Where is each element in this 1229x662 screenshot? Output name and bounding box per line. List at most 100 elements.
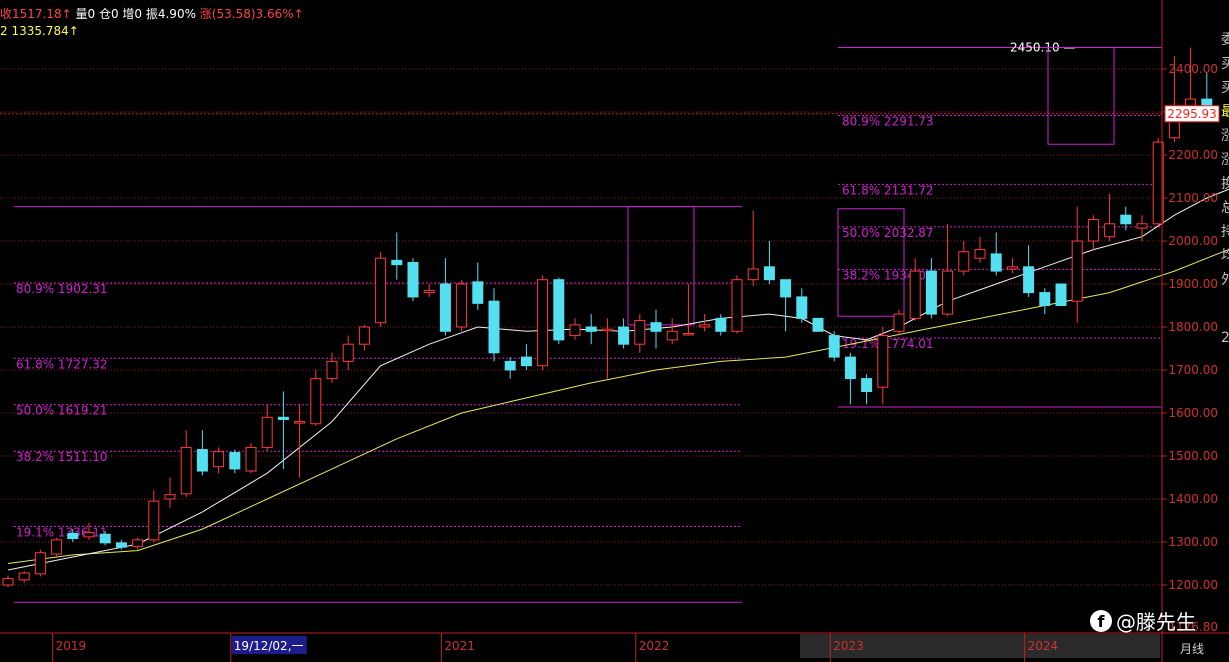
candle-body [877,335,889,388]
side-panel-glyph: 换 [1221,175,1229,192]
fib-range-box [627,206,695,326]
y-tick-label: 1500.00 [1168,449,1218,463]
candle-body [1055,283,1067,306]
y-tick-label: 1300.00 [1168,535,1218,549]
fib-range-box [1047,47,1115,145]
side-panel-glyph: 买 [1221,80,1229,96]
fib-level-label: 80.9% 1902.31 [16,282,108,296]
fib-level-label: 80.9% 2291.73 [842,115,934,129]
x-tick-label: 2022 [639,639,670,653]
candle-body [650,322,662,332]
facebook-icon: f [1090,609,1112,632]
candle-body [780,279,792,298]
header-field: 收1517.18↑ [0,7,72,21]
candle-body [1136,223,1148,229]
candle-body [407,262,419,298]
x-tick-label: 2019 [56,639,87,653]
moving-averages [7,188,1229,571]
candle-body [2,578,14,586]
fib-level-label: 50.0% 2032.87 [842,226,934,240]
candle-body [812,317,824,332]
candlestick-chart[interactable]: 80.9% 1902.31 61.8% 1727.32 50.0% 1619.21 3… [0,0,1229,662]
watermark: f @滕先生 [1090,606,1196,635]
candle-body [585,326,597,332]
side-panel-glyph: 涨 [1221,152,1229,168]
candle-body [294,421,306,424]
candle-body [763,266,775,281]
candle-body [132,539,144,547]
x-tick-label: 2023 [833,639,864,653]
candle-body [974,249,986,259]
fib-level-label: 38.2% 1511.10 [16,450,108,464]
last-price-label: 2295.93 [1167,107,1217,121]
candle-body [699,324,711,328]
candle-body [796,296,808,319]
candle-body [245,446,257,472]
candle-body [569,324,581,337]
candle-body [861,378,873,393]
header-field: 增0 [122,7,146,21]
candle-body [1104,223,1116,238]
candle-body [1071,240,1083,302]
candle-body [423,289,435,294]
y-tick-label: 2200.00 [1168,148,1218,162]
candle-body [83,532,95,538]
candle-body [909,270,921,319]
y-tick-label: 1400.00 [1168,492,1218,506]
header-field: 量0 [71,7,99,21]
side-panel-glyph: 委 [1221,32,1229,48]
candles [2,47,1213,588]
candle-body [391,259,403,266]
candle-body [488,300,500,354]
x-tick-label: 2024 [1028,639,1059,653]
y-tick-label: 2000.00 [1168,234,1218,248]
candle-body [67,532,79,540]
candle-body [342,343,354,362]
candle-body [942,270,954,315]
candle-body [18,572,30,581]
period-label: 月线 [1180,642,1204,656]
y-tick-label: 2400.00 [1168,62,1218,76]
watermark-text: @滕先生 [1116,610,1196,634]
fib-level-label: 50.0% 1619.21 [16,404,108,418]
candle-body [553,279,565,341]
side-panel-glyph: 外 [1221,272,1229,288]
candle-body [925,270,937,315]
candle-body [537,279,549,367]
candle-body [618,326,630,345]
candle-body [828,335,840,358]
candle-body [358,326,370,345]
candle-body [472,281,484,304]
y-tick-label: 1800.00 [1168,320,1218,334]
candle-body [504,360,516,371]
candle-body [682,332,694,336]
side-panel-glyph: 买 [1221,56,1229,72]
candle-body [310,378,322,425]
header-field: 振4.90% [145,7,200,21]
candle-body [958,251,970,272]
x-tick-label: 19/12/02,一 [234,639,304,653]
candle-body [1087,219,1099,242]
y-tick-label: 2100.00 [1168,191,1218,205]
y-tick-label: 1600.00 [1168,406,1218,420]
candle-body [277,416,289,420]
y-tick-label: 1900.00 [1168,277,1218,291]
candle-body [1023,266,1035,294]
side-panel-glyph: 均 [1221,248,1229,264]
side-panel-glyph: 总 [1221,200,1229,216]
candle-body [229,452,241,470]
y-tick-label: 1200.00 [1168,578,1218,592]
candle-body [439,283,451,332]
fib-level-label: 61.8% 1727.32 [16,357,108,371]
candle-body [261,416,273,448]
side-panel-glyph: 2 [1221,330,1229,346]
candle-body [844,356,856,380]
candle-body [148,500,160,541]
side-panel-glyph: 涨 [1221,128,1229,144]
candle-body [747,268,759,281]
candle-body [731,279,743,332]
candle-body [34,552,46,575]
fib-level-label: 61.8% 2131.72 [842,183,934,197]
candle-body [634,320,646,345]
side-panel-glyph: 持 [1221,224,1229,240]
